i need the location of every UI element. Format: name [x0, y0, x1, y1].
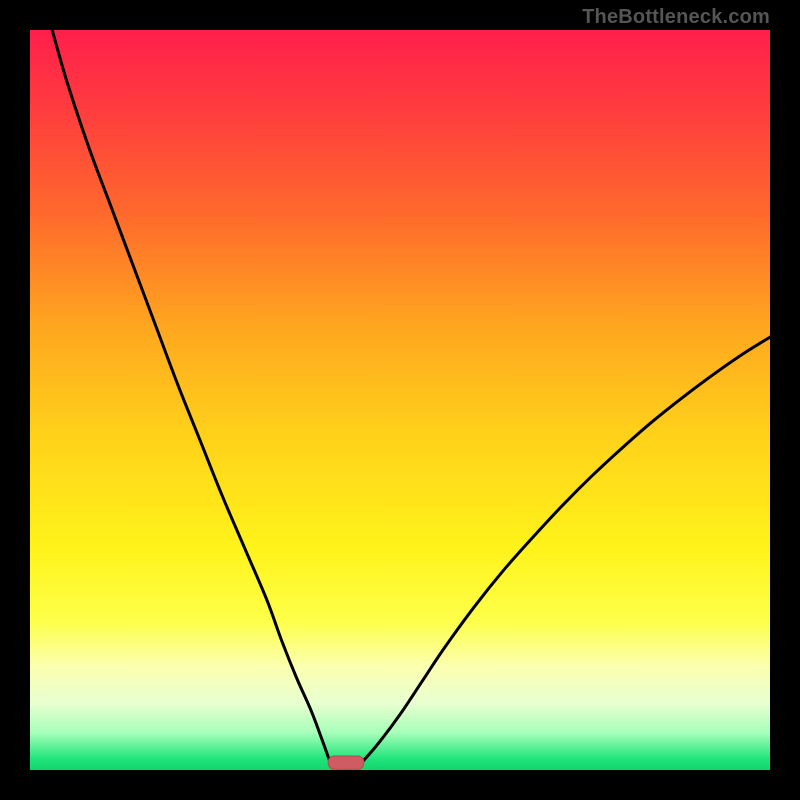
gradient-background — [30, 30, 770, 770]
watermark-text: TheBottleneck.com — [582, 6, 770, 29]
bottleneck-marker — [328, 756, 364, 769]
chart-frame: TheBottleneck.com — [0, 0, 800, 800]
chart-svg — [30, 30, 770, 770]
plot-area — [30, 30, 770, 770]
